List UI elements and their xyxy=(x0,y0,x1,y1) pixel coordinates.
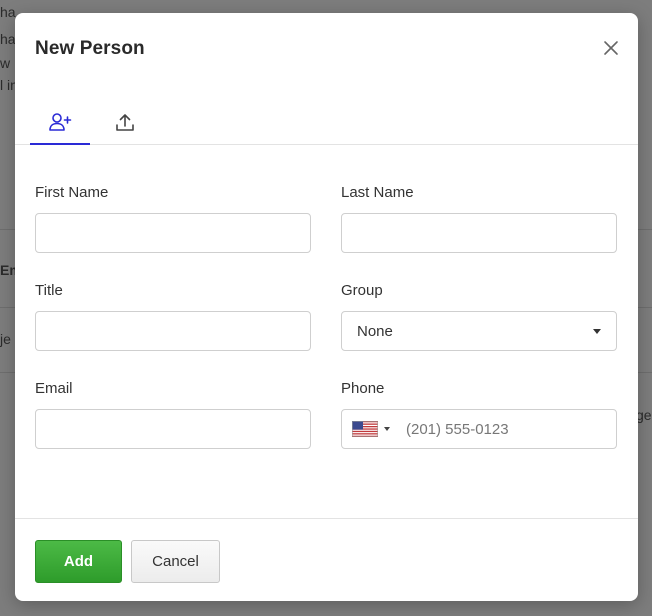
new-person-dialog: New Person First Name Last Name Title Gr… xyxy=(15,13,638,601)
tab-add-person[interactable] xyxy=(30,101,90,145)
phone-label: Phone xyxy=(341,380,385,397)
last-name-input[interactable] xyxy=(341,213,617,253)
group-select[interactable]: None xyxy=(341,311,617,351)
person-add-icon xyxy=(49,113,72,131)
first-name-label: First Name xyxy=(35,184,109,201)
dialog-title: New Person xyxy=(35,38,145,59)
email-input[interactable] xyxy=(35,409,311,449)
email-label: Email xyxy=(35,380,73,397)
background-text: je xyxy=(0,331,11,347)
chevron-down-icon xyxy=(593,328,601,334)
title-input[interactable] xyxy=(35,311,311,351)
group-select-value: None xyxy=(357,322,393,340)
us-flag-icon xyxy=(352,421,378,437)
first-name-input[interactable] xyxy=(35,213,311,253)
background-text: w xyxy=(0,55,11,71)
add-button[interactable]: Add xyxy=(35,540,122,583)
group-label: Group xyxy=(341,282,383,299)
caret-down-icon xyxy=(384,427,390,431)
close-button[interactable] xyxy=(600,37,622,59)
title-label: Title xyxy=(35,282,63,299)
phone-field xyxy=(341,409,617,449)
cancel-button[interactable]: Cancel xyxy=(131,540,220,583)
background-text: ge xyxy=(636,407,652,423)
close-icon xyxy=(604,41,618,55)
tab-upload[interactable] xyxy=(95,101,155,145)
dialog-footer: Add Cancel xyxy=(15,518,638,601)
country-select[interactable] xyxy=(352,421,390,437)
background-text: ha xyxy=(0,4,16,20)
dialog-tabs xyxy=(15,101,638,145)
last-name-label: Last Name xyxy=(341,184,414,201)
phone-input[interactable] xyxy=(406,420,586,438)
upload-icon xyxy=(116,114,134,131)
background-text: ha xyxy=(0,31,16,47)
